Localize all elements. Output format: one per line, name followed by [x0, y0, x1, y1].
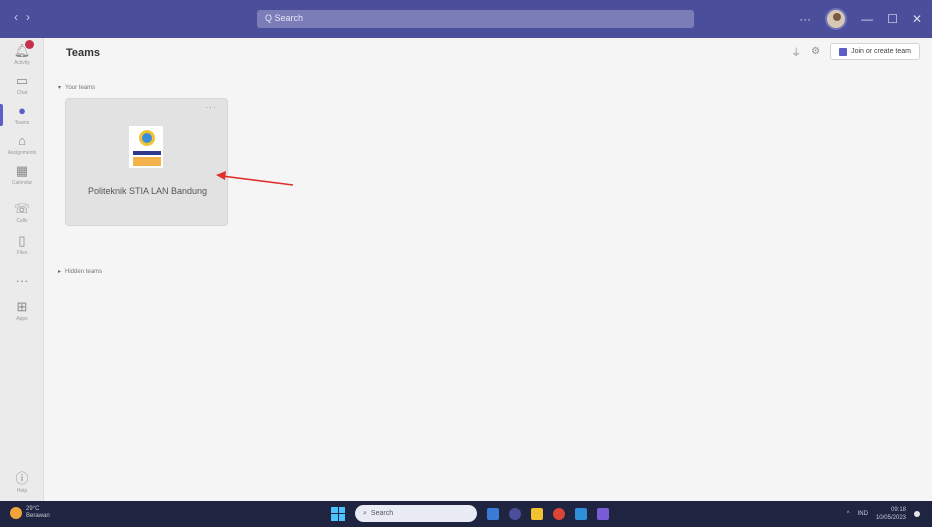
- chevron-up-icon[interactable]: ^: [847, 511, 850, 517]
- weather-temp: 29°C: [26, 506, 40, 512]
- weather-icon: [10, 507, 22, 519]
- taskbar-search[interactable]: ⌕ Search: [355, 505, 477, 522]
- weather-widget[interactable]: 29°C Berawan: [10, 506, 50, 520]
- windows-start-icon[interactable]: [331, 506, 345, 521]
- chrome-icon[interactable]: [553, 507, 565, 520]
- clock-time: 09:18: [890, 507, 906, 513]
- clock-date: 10/05/2023: [875, 515, 906, 521]
- search-icon: ⌕: [363, 509, 367, 517]
- annotation-arrow: [216, 171, 294, 186]
- clock[interactable]: 09:18 10/05/2023: [876, 506, 906, 522]
- tray-language[interactable]: IND: [858, 511, 868, 517]
- weather-desc: Berawan: [26, 513, 50, 519]
- edge-icon[interactable]: [575, 507, 587, 520]
- file-explorer-icon[interactable]: [531, 507, 543, 520]
- teams-chat-icon[interactable]: [509, 507, 521, 520]
- teams-app-icon[interactable]: [597, 507, 609, 520]
- taskbar-center: ⌕ Search: [331, 505, 609, 522]
- taskbar-search-label: Search: [370, 510, 394, 517]
- notification-icon[interactable]: [914, 511, 920, 517]
- system-tray: ^ IND 09:18 10/05/2023: [847, 506, 920, 522]
- windows-taskbar: 29°C Berawan ⌕ Search ^ IND 09:18 10/05/…: [0, 501, 932, 527]
- task-view-icon[interactable]: [487, 507, 499, 520]
